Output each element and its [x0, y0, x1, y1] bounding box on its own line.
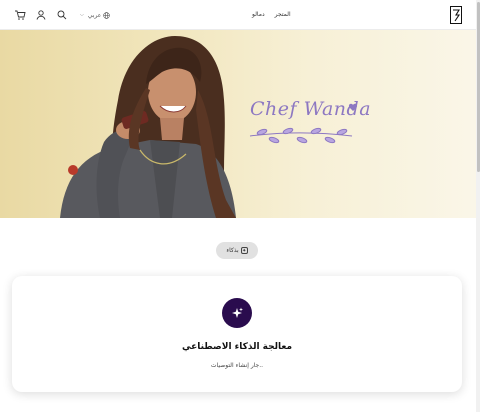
nav-item-store[interactable]: المتجر [275, 11, 291, 18]
sparkles-icon [232, 307, 243, 318]
processing-subtitle: جار إنشاء التوصيات.. [210, 362, 264, 369]
chevron-down-icon: ⌵ [80, 12, 84, 18]
lavender-decoration [249, 127, 353, 144]
chef-portrait-image [60, 36, 358, 218]
hero-banner: Chef Wanda [0, 30, 476, 218]
scrollbar-thumb[interactable] [476, 2, 480, 172]
ai-pill-label: بذكاء [226, 247, 239, 254]
ai-mode-pill[interactable]: ✦ بذكاء [216, 242, 258, 259]
header-actions: ⌵ عربي [14, 9, 111, 21]
site-header: ⌵ عربي المتجر دمالو [0, 0, 476, 30]
globe-icon [103, 11, 111, 19]
main-nav: المتجر دمالو [252, 11, 291, 18]
flag-patch-icon [68, 165, 78, 175]
search-icon[interactable] [56, 9, 68, 21]
brand-logo[interactable] [450, 6, 462, 24]
ai-status-badge [222, 298, 252, 328]
account-icon[interactable] [35, 9, 47, 21]
language-label: عربي [87, 11, 102, 19]
nav-item-second[interactable]: دمالو [252, 11, 265, 18]
processing-title: معالجة الذكاء الاصطناعي [181, 342, 293, 352]
language-selector[interactable]: ⌵ عربي [80, 11, 111, 19]
chef-signature: Chef Wanda [250, 98, 372, 120]
cart-icon[interactable] [14, 9, 26, 21]
ai-sparkle-icon: ✦ [240, 247, 248, 254]
page-scrollbar[interactable] [476, 0, 480, 412]
ai-processing-card: معالجة الذكاء الاصطناعي جار إنشاء التوصي… [12, 276, 462, 392]
